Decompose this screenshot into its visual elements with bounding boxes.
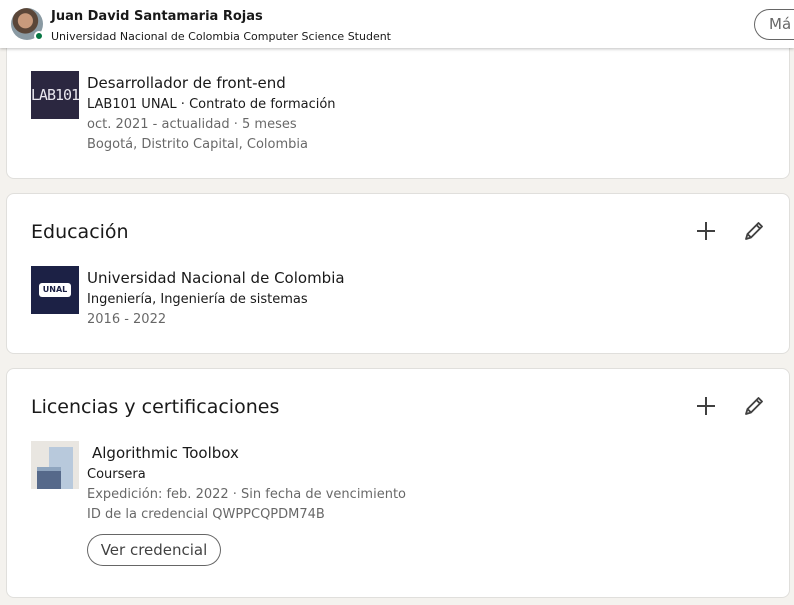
coursera-logo[interactable] bbox=[31, 441, 79, 489]
experience-dates: oct. 2021 - actualidad · 5 meses bbox=[87, 117, 297, 132]
license-issuer: Coursera bbox=[87, 467, 146, 482]
licenses-heading: Licencias y certificaciones bbox=[31, 396, 280, 418]
education-degree: Ingeniería, Ingeniería de sistemas bbox=[87, 292, 308, 307]
license-credential-id: ID de la credencial QWPPCQPDM74B bbox=[87, 507, 325, 522]
education-heading: Educación bbox=[31, 221, 129, 243]
experience-title[interactable]: Desarrollador de front-end bbox=[87, 74, 286, 92]
license-title[interactable]: Algorithmic Toolbox bbox=[92, 444, 239, 462]
education-dates: 2016 - 2022 bbox=[87, 312, 167, 327]
experience-section: LAB101 Desarrollador de front-end LAB101… bbox=[6, 40, 790, 179]
sticky-profile-header: Juan David Santamaria Rojas Universidad … bbox=[0, 0, 794, 48]
license-issued: Expedición: feb. 2022 · Sin fecha de ven… bbox=[87, 487, 406, 502]
online-status-icon bbox=[34, 31, 44, 41]
more-button[interactable]: Má bbox=[754, 9, 794, 40]
edit-license-button[interactable] bbox=[740, 392, 768, 420]
profile-headline: Universidad Nacional de Colombia Compute… bbox=[51, 30, 391, 43]
education-school[interactable]: Universidad Nacional de Colombia bbox=[87, 269, 345, 287]
add-license-button[interactable] bbox=[692, 392, 720, 420]
add-education-button[interactable] bbox=[692, 217, 720, 245]
experience-location: Bogotá, Distrito Capital, Colombia bbox=[87, 137, 308, 152]
edit-education-button[interactable] bbox=[740, 217, 768, 245]
education-section: Educación UNAL Universidad Nacional de C… bbox=[6, 193, 790, 354]
plus-icon bbox=[697, 397, 715, 415]
pencil-icon bbox=[745, 222, 763, 240]
unal-logo[interactable]: UNAL bbox=[31, 266, 79, 314]
show-credential-button[interactable]: Ver credencial bbox=[87, 534, 221, 566]
lab101-logo[interactable]: LAB101 bbox=[30, 71, 80, 119]
lab101-logo-text: LAB101 bbox=[30, 86, 80, 104]
licenses-section: Licencias y certificaciones Algorithmic … bbox=[6, 368, 790, 598]
unal-logo-text: UNAL bbox=[39, 283, 71, 297]
experience-company: LAB101 UNAL · Contrato de formación bbox=[87, 97, 336, 112]
pencil-icon bbox=[745, 397, 763, 415]
profile-name: Juan David Santamaria Rojas bbox=[51, 9, 263, 24]
plus-icon bbox=[697, 222, 715, 240]
